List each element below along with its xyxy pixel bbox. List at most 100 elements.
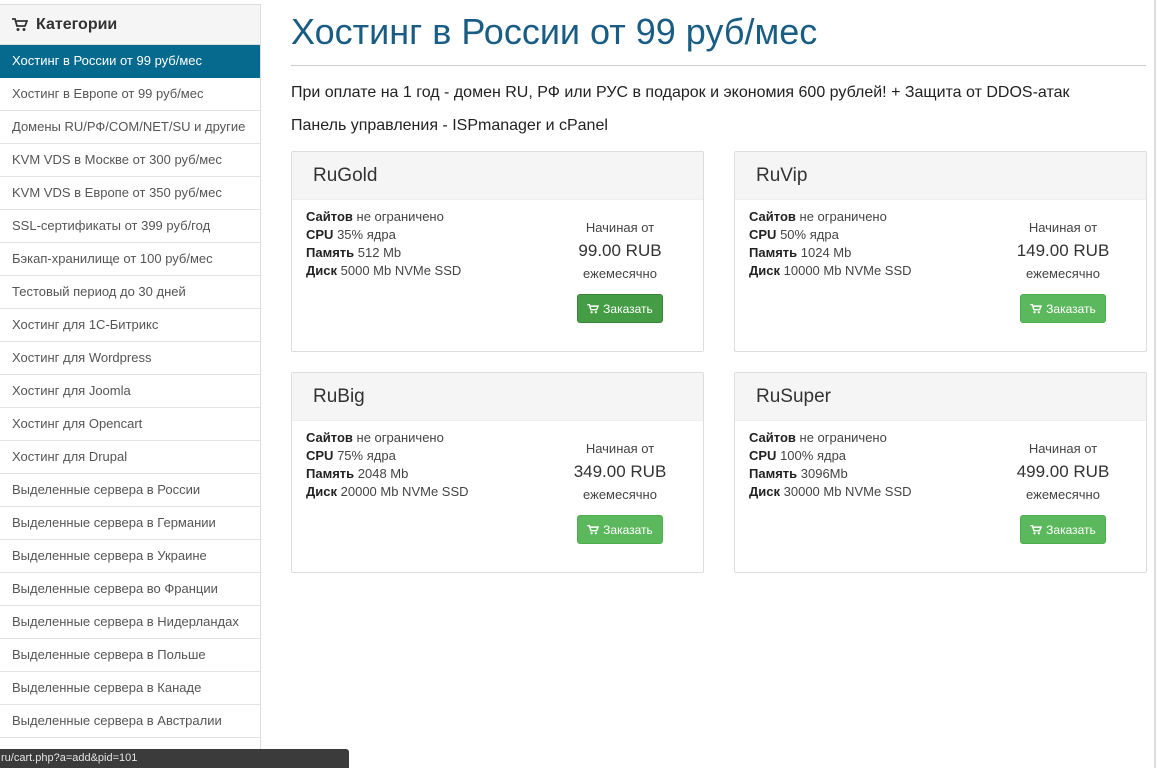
sidebar-item-kvm-europe[interactable]: KVM VDS в Европе от 350 руб/мес — [0, 177, 260, 210]
spec-value-cpu: 50% ядра — [780, 227, 839, 242]
spec-value-disk: 10000 Mb NVMe SSD — [783, 263, 912, 278]
sidebar-item-dedicated-netherlands[interactable]: Выделенные сервера в Нидерландах — [0, 606, 260, 639]
sidebar-item-hosting-europe[interactable]: Хостинг в Европе от 99 руб/мес — [0, 78, 260, 111]
price-value: 499.00 RUB — [1016, 462, 1110, 481]
title-divider — [291, 65, 1146, 66]
price-from-label: Начиная от — [585, 441, 655, 456]
spec-value-memory: 1024 Mb — [800, 245, 852, 260]
plan-card: RuBig Сайтов не ограничено CPU 75% ядра … — [291, 372, 704, 573]
price-box: Начиная от 349.00 RUB ежемесячно Заказат… — [552, 439, 688, 544]
sidebar-header: Категории — [0, 5, 260, 45]
price-value: 149.00 RUB — [1016, 241, 1110, 260]
order-button-label: Заказать — [1046, 301, 1096, 316]
sidebar-item-wordpress[interactable]: Хостинг для Wordpress — [0, 342, 260, 375]
price-box: Начиная от 499.00 RUB ежемесячно Заказат… — [995, 439, 1131, 544]
price-period: ежемесячно — [583, 487, 657, 502]
spec-label-sites: Сайтов — [749, 209, 796, 224]
sidebar-item-dedicated-canada[interactable]: Выделенные сервера в Канаде — [0, 672, 260, 705]
spec-label-disk: Диск — [306, 484, 337, 499]
order-button-label: Заказать — [603, 301, 653, 316]
spec-value-cpu: 35% ядра — [337, 227, 396, 242]
categories-sidebar: Категории Хостинг в России от 99 руб/мес… — [0, 4, 261, 768]
control-panel-text: Панель управления - ISPmanager и cPanel — [291, 117, 608, 134]
sidebar-item-bitrix[interactable]: Хостинг для 1С-Битрикс — [0, 309, 260, 342]
spec-value-disk: 5000 Mb NVMe SSD — [340, 263, 462, 278]
sidebar-item-trial[interactable]: Тестовый период до 30 дней — [0, 276, 260, 309]
spec-value-memory: 512 Mb — [357, 245, 402, 260]
order-button-label: Заказать — [603, 522, 653, 537]
price-from-label: Начиная от — [1028, 441, 1098, 456]
spec-label-memory: Память — [749, 466, 798, 481]
spec-label-cpu: CPU — [749, 227, 777, 242]
plan-card: RuVip Сайтов не ограничено CPU 50% ядра … — [734, 151, 1147, 352]
sidebar-item-kvm-moscow[interactable]: KVM VDS в Москве от 300 руб/мес — [0, 144, 260, 177]
sidebar-item-dedicated-australia[interactable]: Выделенные сервера в Австралии — [0, 705, 260, 738]
spec-label-sites: Сайтов — [749, 430, 796, 445]
page-edge-divider — [1154, 0, 1156, 768]
price-box: Начиная от 149.00 RUB ежемесячно Заказат… — [995, 218, 1131, 323]
spec-value-sites: не ограничено — [799, 430, 887, 445]
plan-specs: Сайтов не ограничено CPU 50% ядра Память… — [749, 208, 912, 280]
plan-name: RuGold — [292, 152, 703, 200]
shopping-cart-icon — [12, 17, 28, 31]
sidebar-item-opencart[interactable]: Хостинг для Opencart — [0, 408, 260, 441]
sidebar-item-hosting-russia[interactable]: Хостинг в России от 99 руб/мес — [0, 45, 260, 78]
price-from-label: Начиная от — [585, 220, 655, 235]
sidebar-item-dedicated-germany[interactable]: Выделенные сервера в Германии — [0, 507, 260, 540]
spec-value-memory: 3096Mb — [800, 466, 848, 481]
spec-label-sites: Сайтов — [306, 209, 353, 224]
sidebar-item-drupal[interactable]: Хостинг для Drupal — [0, 441, 260, 474]
price-period: ежемесячно — [1026, 266, 1100, 281]
shopping-cart-icon — [587, 524, 600, 534]
sidebar-item-dedicated-france[interactable]: Выделенные сервера во Франции — [0, 573, 260, 606]
sidebar-item-dedicated-ukraine[interactable]: Выделенные сервера в Украине — [0, 540, 260, 573]
price-period: ежемесячно — [583, 266, 657, 281]
spec-label-disk: Диск — [306, 263, 337, 278]
spec-label-memory: Память — [749, 245, 798, 260]
promo-text: При оплате на 1 год - домен RU, РФ или Р… — [291, 84, 1070, 101]
shopping-cart-icon — [1030, 524, 1043, 534]
price-period: ежемесячно — [1026, 487, 1100, 502]
sidebar-item-ssl[interactable]: SSL-сертификаты от 399 руб/год — [0, 210, 260, 243]
sidebar-item-backup[interactable]: Бэкап-хранилище от 100 руб/мес — [0, 243, 260, 276]
spec-label-cpu: CPU — [749, 448, 777, 463]
spec-label-disk: Диск — [749, 484, 780, 499]
sidebar-item-joomla[interactable]: Хостинг для Joomla — [0, 375, 260, 408]
plan-name: RuSuper — [735, 373, 1146, 421]
spec-label-cpu: CPU — [306, 227, 334, 242]
price-from-label: Начиная от — [1028, 220, 1098, 235]
main-content: Хостинг в России от 99 руб/мес При оплат… — [291, 0, 1147, 573]
price-value: 349.00 RUB — [573, 462, 667, 481]
spec-value-sites: не ограничено — [356, 430, 444, 445]
spec-value-sites: не ограничено — [356, 209, 444, 224]
sidebar-title: Категории — [36, 15, 118, 33]
price-box: Начиная от 99.00 RUB ежемесячно Заказать — [552, 218, 688, 323]
order-button-label: Заказать — [1046, 522, 1096, 537]
order-button[interactable]: Заказать — [1020, 294, 1106, 323]
plan-specs: Сайтов не ограничено CPU 100% ядра Памят… — [749, 429, 912, 501]
spec-value-disk: 30000 Mb NVMe SSD — [783, 484, 912, 499]
order-button[interactable]: Заказать — [577, 294, 663, 323]
order-button[interactable]: Заказать — [577, 515, 663, 544]
shopping-cart-icon — [587, 303, 600, 313]
order-button[interactable]: Заказать — [1020, 515, 1106, 544]
plan-card: RuSuper Сайтов не ограничено CPU 100% яд… — [734, 372, 1147, 573]
spec-value-cpu: 75% ядра — [337, 448, 396, 463]
spec-label-cpu: CPU — [306, 448, 334, 463]
price-value: 99.00 RUB — [578, 241, 662, 260]
spec-label-memory: Память — [306, 466, 355, 481]
plan-specs: Сайтов не ограничено CPU 75% ядра Память… — [306, 429, 469, 501]
browser-status-bar: ru/cart.php?a=add&pid=101 — [0, 749, 349, 768]
plan-name: RuVip — [735, 152, 1146, 200]
spec-label-memory: Память — [306, 245, 355, 260]
page-title: Хостинг в России от 99 руб/мес — [291, 11, 818, 52]
sidebar-item-dedicated-russia[interactable]: Выделенные сервера в России — [0, 474, 260, 507]
plan-card: RuGold Сайтов не ограничено CPU 35% ядра… — [291, 151, 704, 352]
spec-value-sites: не ограничено — [799, 209, 887, 224]
sidebar-item-dedicated-poland[interactable]: Выделенные сервера в Польше — [0, 639, 260, 672]
shopping-cart-icon — [1030, 303, 1043, 313]
spec-label-disk: Диск — [749, 263, 780, 278]
sidebar-item-domains[interactable]: Домены RU/РФ/COM/NET/SU и другие — [0, 111, 260, 144]
category-list: Хостинг в России от 99 руб/мес Хостинг в… — [0, 45, 260, 767]
plan-name: RuBig — [292, 373, 703, 421]
